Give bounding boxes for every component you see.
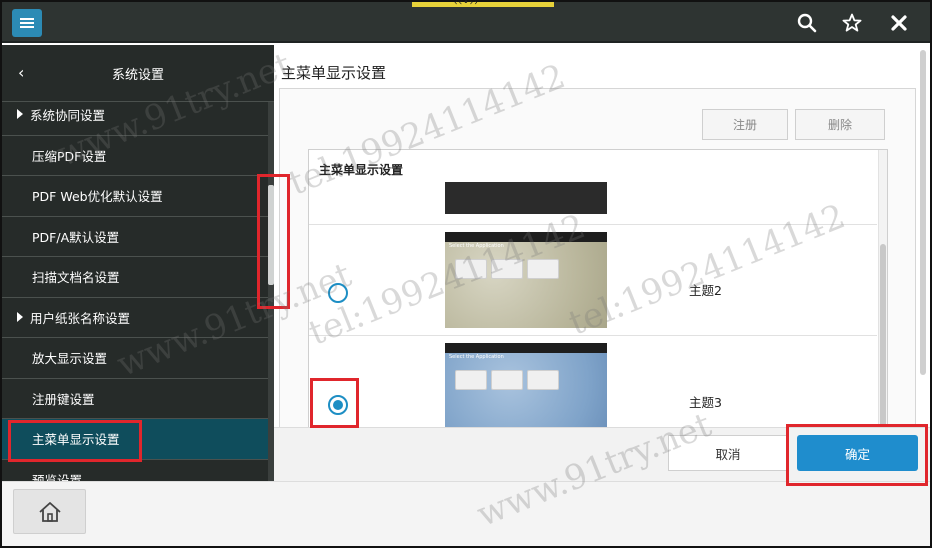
menu-icon <box>20 18 34 28</box>
theme-2-radio[interactable] <box>328 283 348 303</box>
sidebar-item-compress-pdf[interactable]: 压缩PDF设置 <box>2 136 270 176</box>
close-icon <box>891 15 907 31</box>
settings-sidebar: ‹ 系统设置 系统协同设置 压缩PDF设置 PDF Web优化默认设置 PDF/… <box>2 45 274 481</box>
expand-triangle-icon <box>17 109 23 119</box>
action-bar: 取消 确定 <box>274 427 930 481</box>
sidebar-item-label: 放大显示设置 <box>32 351 108 367</box>
thumb-caption: Select the Application <box>449 243 504 249</box>
sidebar-item-paper-name[interactable]: 用户纸张名称设置 <box>2 298 270 338</box>
handle-glyph: ‹‹•›› <box>454 0 479 8</box>
sidebar-header: ‹ 系统设置 <box>2 45 274 102</box>
sidebar-item-label: 用户纸张名称设置 <box>30 310 131 326</box>
favorite-button[interactable] <box>839 10 865 36</box>
sidebar-list: 系统协同设置 压缩PDF设置 PDF Web优化默认设置 PDF/A默认设置 扫… <box>2 102 270 481</box>
theme-thumbnail-partial <box>445 182 607 214</box>
sidebar-item-label: 主菜单显示设置 <box>32 432 120 448</box>
sidebar-item-scan-doc-name[interactable]: 扫描文档名设置 <box>2 257 270 298</box>
sidebar-item-label: 压缩PDF设置 <box>32 148 107 164</box>
home-button[interactable] <box>13 489 86 534</box>
row-divider <box>309 335 877 336</box>
cancel-button[interactable]: 取消 <box>668 435 788 471</box>
theme-3-radio[interactable] <box>328 395 348 415</box>
sidebar-item-zoom-display[interactable]: 放大显示设置 <box>2 338 270 379</box>
sidebar-title: 系统设置 <box>111 68 164 83</box>
home-icon <box>38 501 61 522</box>
row-divider <box>309 224 877 225</box>
sidebar-item-label: 预览设置 <box>32 472 83 481</box>
page-title: 主菜单显示设置 <box>281 64 387 82</box>
list-title: 主菜单显示设置 <box>319 163 404 177</box>
expand-triangle-icon <box>17 311 23 322</box>
bottom-bar <box>2 481 930 546</box>
sidebar-item-pdfa[interactable]: PDF/A默认设置 <box>2 217 270 257</box>
sidebar-item-label: 扫描文档名设置 <box>32 270 120 286</box>
star-icon <box>842 13 862 32</box>
sidebar-item-label: PDF Web优化默认设置 <box>32 189 163 205</box>
sidebar-item-register-key[interactable]: 注册键设置 <box>2 379 270 419</box>
sidebar-item-pdf-web[interactable]: PDF Web优化默认设置 <box>2 176 270 217</box>
close-button[interactable] <box>886 10 912 36</box>
theme-2-thumbnail: Select the Application <box>445 232 607 328</box>
sidebar-item-system-cooperation[interactable]: 系统协同设置 <box>2 95 270 136</box>
search-button[interactable] <box>794 10 820 36</box>
top-bar: ‹‹•›› <box>2 0 930 43</box>
sidebar-item-preview[interactable]: 预览设置 <box>2 460 270 481</box>
main-content: 主菜单显示设置 注册 删除 主菜单显示设置 Select the Applica… <box>274 45 930 481</box>
settings-panel: 注册 删除 主菜单显示设置 Select the Application 主题2… <box>279 88 916 481</box>
menu-button[interactable] <box>12 9 42 37</box>
sidebar-item-main-menu-display[interactable]: 主菜单显示设置 <box>2 419 270 460</box>
sidebar-item-label: 注册键设置 <box>32 391 95 407</box>
theme-2-label: 主题2 <box>689 283 722 298</box>
sidebar-item-label: PDF/A默认设置 <box>32 229 120 245</box>
theme-3-thumbnail: Select the Application <box>445 343 607 439</box>
register-button[interactable]: 注册 <box>702 109 788 140</box>
pull-handle[interactable]: ‹‹•›› <box>412 0 554 8</box>
search-icon <box>797 13 817 33</box>
main-scrollbar-thumb[interactable] <box>920 50 926 375</box>
sidebar-item-label: 系统协同设置 <box>30 108 106 124</box>
delete-button[interactable]: 删除 <box>795 109 885 140</box>
thumb-caption: Select the Application <box>449 354 504 360</box>
ok-button[interactable]: 确定 <box>797 435 918 471</box>
theme-3-label: 主题3 <box>689 395 722 410</box>
